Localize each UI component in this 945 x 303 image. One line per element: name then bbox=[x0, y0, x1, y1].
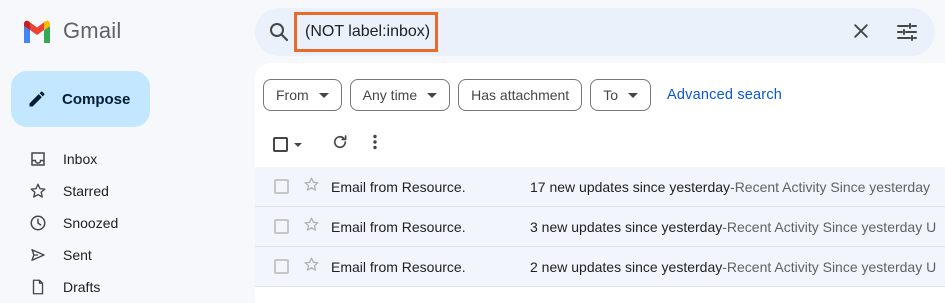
select-all-checkbox[interactable] bbox=[273, 137, 288, 152]
star-icon[interactable] bbox=[303, 256, 320, 278]
sidebar-item-sent[interactable]: Sent bbox=[0, 239, 250, 271]
chip-label: Has attachment bbox=[471, 87, 570, 103]
email-sender: Email from Resource. bbox=[331, 258, 466, 275]
close-icon[interactable] bbox=[851, 21, 871, 46]
email-sender: Email from Resource. bbox=[331, 178, 466, 195]
chip-label: Any time bbox=[362, 87, 418, 103]
gmail-m-icon bbox=[24, 20, 50, 43]
more-options-icon[interactable] bbox=[372, 134, 378, 155]
filter-time-chip[interactable]: Any time bbox=[349, 79, 451, 111]
row-checkbox[interactable] bbox=[274, 219, 289, 234]
sidebar-item-label: Sent bbox=[63, 247, 92, 263]
chip-label: To bbox=[603, 87, 618, 103]
email-subject: 3 new updates since yesterday bbox=[530, 218, 723, 235]
sidebar-item-inbox[interactable]: Inbox bbox=[0, 143, 250, 175]
filter-to-chip[interactable]: To bbox=[590, 79, 651, 111]
search-options-icon[interactable] bbox=[895, 20, 919, 49]
sidebar-item-drafts[interactable]: Drafts bbox=[0, 271, 250, 303]
sidebar-item-snoozed[interactable]: Snoozed bbox=[0, 207, 250, 239]
email-row[interactable]: Email from Resource. 2 new updates since… bbox=[255, 247, 945, 287]
email-list: Email from Resource. 17 new updates sinc… bbox=[255, 167, 945, 287]
search-input[interactable]: (NOT label:inbox) bbox=[294, 12, 438, 52]
gmail-logo[interactable]: Gmail bbox=[22, 18, 121, 44]
list-toolbar bbox=[273, 133, 378, 156]
star-icon[interactable] bbox=[303, 176, 320, 198]
draft-icon bbox=[28, 277, 48, 297]
compose-label: Compose bbox=[62, 90, 131, 108]
app-name: Gmail bbox=[63, 18, 122, 43]
row-checkbox[interactable] bbox=[274, 179, 289, 194]
sidebar-item-label: Inbox bbox=[63, 151, 98, 167]
pencil-icon bbox=[29, 91, 45, 107]
email-subject: 2 new updates since yesterday bbox=[530, 258, 723, 275]
search-filter-chips: From Any time Has attachment To Advanced… bbox=[263, 79, 782, 111]
email-row[interactable]: Email from Resource. 17 new updates sinc… bbox=[255, 167, 945, 207]
sidebar-item-label: Starred bbox=[63, 183, 109, 199]
email-snippet: Recent Activity Since yesterday U bbox=[726, 218, 937, 235]
star-icon[interactable] bbox=[303, 216, 320, 238]
refresh-icon[interactable] bbox=[331, 133, 349, 156]
chevron-down-icon bbox=[427, 92, 438, 98]
sidebar-item-label: Snoozed bbox=[63, 215, 119, 231]
filter-attachment-chip[interactable]: Has attachment bbox=[458, 79, 583, 111]
advanced-search-link[interactable]: Advanced search bbox=[667, 87, 782, 103]
main-panel: From Any time Has attachment To Advanced… bbox=[255, 63, 945, 303]
email-snippet: Recent Activity Since yesterday bbox=[734, 178, 930, 195]
sidebar-nav: Inbox Starred Snoozed Sent Drafts bbox=[0, 143, 250, 303]
chip-label: From bbox=[276, 87, 309, 103]
sidebar-item-starred[interactable]: Starred bbox=[0, 175, 250, 207]
email-sender: Email from Resource. bbox=[331, 218, 466, 235]
email-snippet: Recent Activity Since yesterday U bbox=[726, 258, 937, 275]
email-subject: 17 new updates since yesterday bbox=[530, 178, 731, 195]
row-checkbox[interactable] bbox=[274, 259, 289, 274]
inbox-icon bbox=[28, 149, 48, 169]
email-row[interactable]: Email from Resource. 3 new updates since… bbox=[255, 207, 945, 247]
filter-from-chip[interactable]: From bbox=[263, 79, 342, 111]
search-icon[interactable] bbox=[267, 20, 291, 49]
search-bar[interactable]: (NOT label:inbox) bbox=[255, 8, 935, 56]
clock-icon bbox=[28, 213, 48, 233]
sidebar-item-label: Drafts bbox=[63, 279, 101, 295]
chevron-down-icon bbox=[318, 92, 329, 98]
chevron-down-icon[interactable] bbox=[294, 142, 302, 147]
send-icon bbox=[28, 245, 48, 265]
chevron-down-icon bbox=[628, 92, 638, 98]
compose-button[interactable]: Compose bbox=[11, 71, 150, 127]
star-icon bbox=[28, 181, 48, 201]
